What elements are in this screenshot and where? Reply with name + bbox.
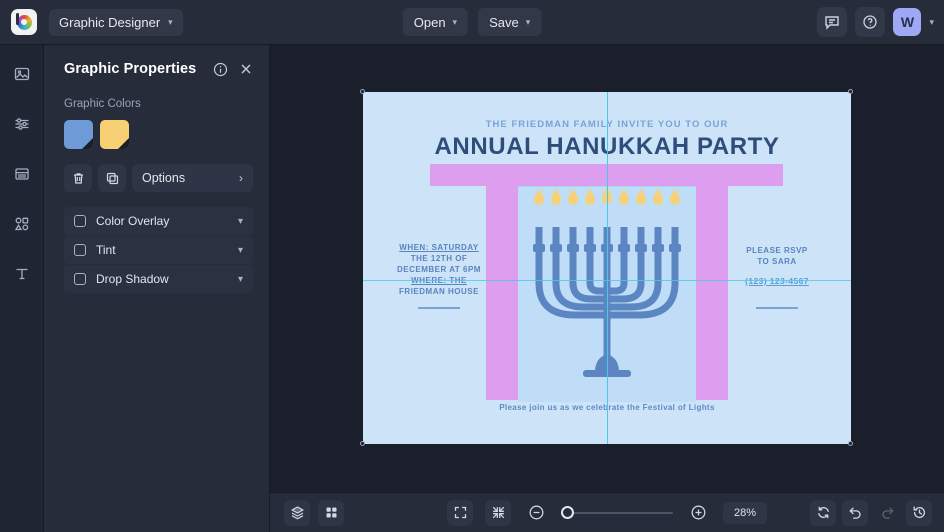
color-overlay-label: Color Overlay bbox=[96, 214, 170, 228]
chevron-down-icon: ▾ bbox=[168, 16, 173, 27]
info-circle-icon[interactable] bbox=[213, 62, 228, 77]
chevron-down-icon[interactable]: ▾ bbox=[238, 245, 243, 256]
where-line2: FRIEDMAN HOUSE bbox=[399, 287, 479, 296]
options-button[interactable]: Options › bbox=[132, 164, 253, 192]
invitation-when-where[interactable]: WHEN: SATURDAY THE 12TH OF DECEMBER AT 6… bbox=[387, 242, 491, 297]
comment-icon[interactable] bbox=[817, 7, 848, 37]
zoom-level-value[interactable]: 28% bbox=[723, 501, 767, 524]
drop-shadow-checkbox[interactable] bbox=[74, 273, 86, 285]
close-icon[interactable] bbox=[239, 62, 253, 76]
graphic-tools-row: Options › bbox=[64, 164, 253, 192]
top-bar: Graphic Designer ▾ Open ▾ Save ▾ W ▾ bbox=[0, 0, 944, 45]
swatch-blue[interactable] bbox=[64, 120, 93, 149]
bottom-left-tools bbox=[284, 499, 344, 526]
divider-right bbox=[756, 307, 798, 309]
document-name-label: Graphic Designer bbox=[59, 14, 161, 30]
chevron-down-icon[interactable]: ▾ bbox=[238, 216, 243, 227]
selection-handle-br[interactable] bbox=[848, 441, 853, 446]
panel-header-actions bbox=[213, 62, 253, 77]
chevron-right-icon: › bbox=[239, 171, 243, 185]
redo-icon[interactable] bbox=[874, 500, 900, 526]
zoom-slider-knob[interactable] bbox=[561, 505, 574, 519]
effect-row-color-overlay[interactable]: Color Overlay ▾ bbox=[64, 207, 253, 235]
tint-checkbox[interactable] bbox=[74, 244, 86, 256]
collapse-icon[interactable] bbox=[485, 499, 511, 526]
zoom-slider[interactable] bbox=[561, 505, 673, 519]
rail-item-shapes[interactable] bbox=[7, 209, 37, 239]
swatch-yellow[interactable] bbox=[100, 120, 129, 149]
chevron-down-icon: ▾ bbox=[452, 16, 458, 27]
effect-row-tint[interactable]: Tint ▾ bbox=[64, 236, 253, 264]
when-line2: THE 12TH OF bbox=[410, 254, 468, 263]
rail-item-adjust[interactable] bbox=[7, 109, 37, 139]
when-line3: DECEMBER AT 6PM bbox=[397, 265, 481, 274]
selection-handle-bl[interactable] bbox=[360, 441, 365, 446]
avatar[interactable]: W bbox=[893, 8, 922, 36]
zoom-controls: 28% bbox=[447, 499, 767, 526]
effects-list: Color Overlay ▾ Tint ▾ Drop Shadow ▾ bbox=[64, 207, 253, 293]
rail-item-image[interactable] bbox=[7, 59, 37, 89]
account-actions: W ▾ bbox=[817, 7, 934, 37]
panel-header: Graphic Properties bbox=[64, 61, 253, 77]
trash-icon[interactable] bbox=[64, 164, 92, 192]
zoom-in-icon[interactable] bbox=[685, 500, 711, 526]
save-button[interactable]: Save ▾ bbox=[478, 8, 542, 36]
selection-handle-tr[interactable] bbox=[848, 89, 853, 94]
tool-rail bbox=[0, 45, 44, 532]
rsvp-line2: TO SARA bbox=[757, 257, 797, 266]
document-name-dropdown[interactable]: Graphic Designer ▾ bbox=[49, 8, 183, 36]
graphic-colors-label: Graphic Colors bbox=[64, 98, 141, 110]
divider-left bbox=[418, 307, 460, 309]
open-label: Open bbox=[413, 14, 446, 30]
chevron-down-icon[interactable]: ▾ bbox=[238, 274, 243, 285]
grid-icon[interactable] bbox=[318, 499, 344, 526]
graphic-properties-panel: Graphic Properties Graphic Colors Option… bbox=[44, 45, 270, 532]
fit-to-screen-icon[interactable] bbox=[447, 499, 473, 526]
app-window: Graphic Designer ▾ Open ▾ Save ▾ W ▾ Gra… bbox=[0, 0, 944, 532]
selection-handle-tl[interactable] bbox=[360, 89, 365, 94]
page-title: Graphic Properties bbox=[64, 61, 197, 77]
color-overlay-checkbox[interactable] bbox=[74, 215, 86, 227]
logo-stem bbox=[16, 13, 19, 25]
layers-icon[interactable] bbox=[284, 499, 310, 526]
zoom-slider-track[interactable] bbox=[561, 505, 673, 519]
save-label: Save bbox=[489, 14, 519, 30]
help-circle-icon[interactable] bbox=[855, 7, 886, 37]
history-controls bbox=[810, 499, 932, 526]
tint-label: Tint bbox=[96, 243, 116, 257]
undo-icon[interactable] bbox=[842, 499, 868, 526]
avatar-initial: W bbox=[900, 14, 915, 30]
options-label: Options bbox=[142, 171, 186, 185]
effect-row-drop-shadow[interactable]: Drop Shadow ▾ bbox=[64, 265, 253, 293]
rsvp-phone: (123) 123-4567 bbox=[745, 276, 809, 286]
open-button[interactable]: Open ▾ bbox=[402, 8, 469, 36]
rail-item-text[interactable] bbox=[7, 259, 37, 289]
rail-item-layout[interactable] bbox=[7, 159, 37, 189]
bottom-bar: 28% bbox=[270, 492, 944, 532]
artboard[interactable]: THE FRIEDMAN FAMILY INVITE YOU TO OUR AN… bbox=[363, 92, 851, 444]
drop-shadow-label: Drop Shadow bbox=[96, 272, 169, 286]
duplicate-icon[interactable] bbox=[98, 164, 126, 192]
rsvp-line1: PLEASE RSVP bbox=[746, 246, 808, 255]
guide-vertical bbox=[607, 92, 608, 444]
when-label: WHEN: SATURDAY bbox=[399, 243, 479, 252]
brand-color-wheel-icon[interactable] bbox=[11, 9, 37, 35]
chevron-down-icon: ▾ bbox=[525, 16, 531, 27]
refresh-icon[interactable] bbox=[810, 499, 836, 526]
graphic-colors-swatches bbox=[64, 120, 253, 149]
chevron-down-icon[interactable]: ▾ bbox=[929, 17, 934, 28]
history-icon[interactable] bbox=[906, 499, 932, 526]
canvas-workspace[interactable]: THE FRIEDMAN FAMILY INVITE YOU TO OUR AN… bbox=[270, 45, 944, 492]
center-actions: Open ▾ Save ▾ bbox=[402, 8, 542, 36]
zoom-out-icon[interactable] bbox=[523, 500, 549, 526]
